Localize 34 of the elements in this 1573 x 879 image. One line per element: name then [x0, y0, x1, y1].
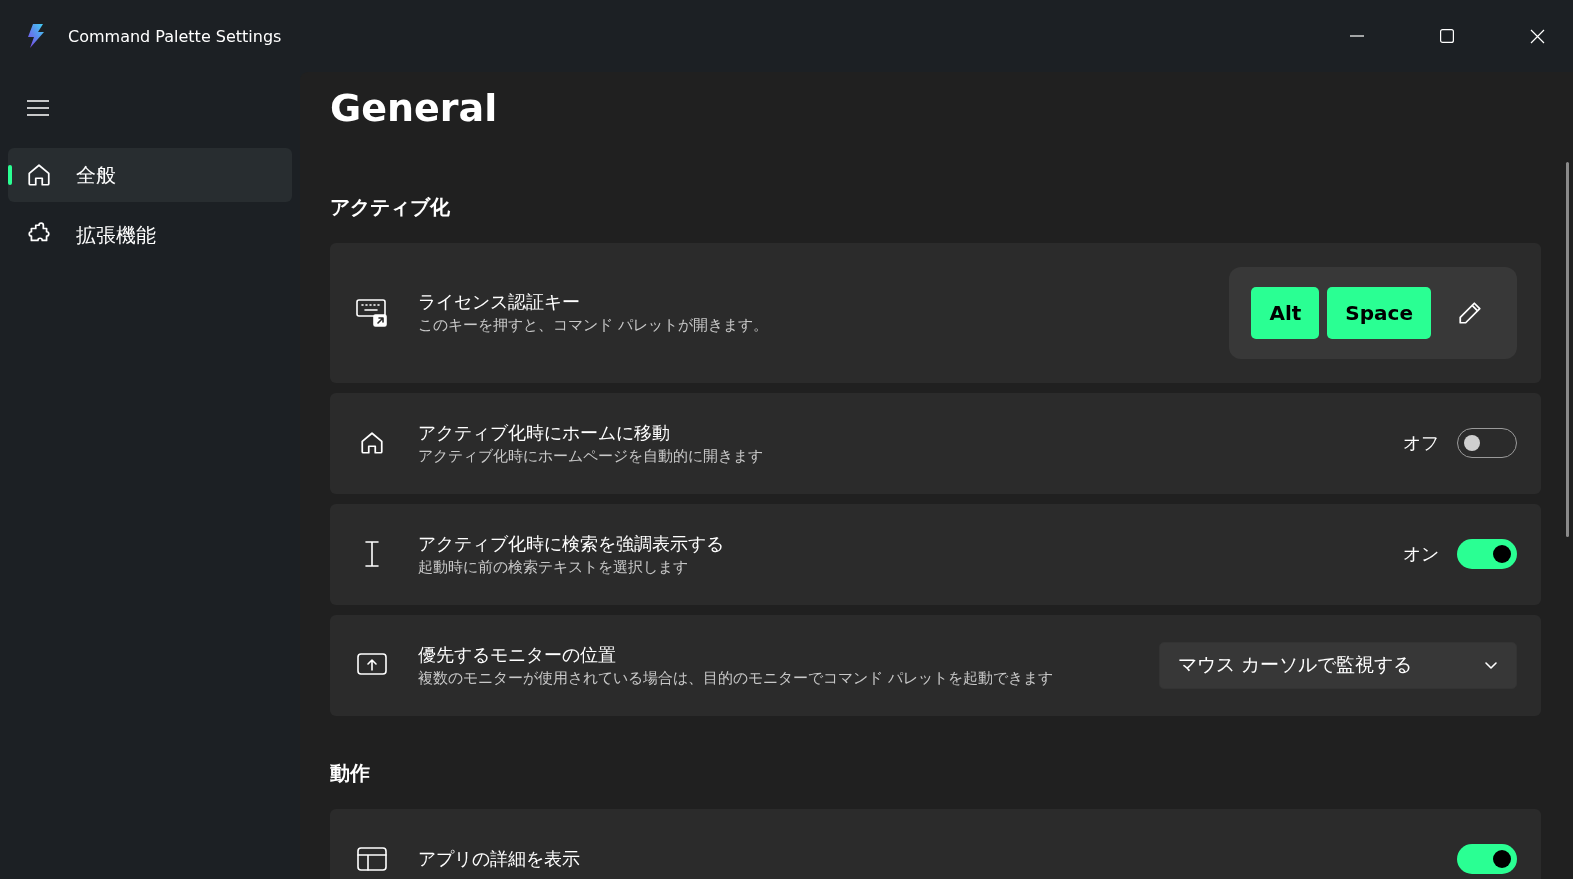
setting-description: アクティブ化時にホームページを自動的に開きます — [418, 446, 764, 466]
minimize-icon — [1350, 35, 1364, 37]
scrollbar-thumb[interactable] — [1566, 162, 1569, 537]
toggle-state-label: オフ — [1403, 431, 1439, 456]
setting-title: アクティブ化時に検索を強調表示する — [418, 531, 725, 556]
pencil-icon — [1457, 299, 1483, 326]
dropdown[interactable]: マウス カーソルで監視する — [1159, 641, 1517, 689]
home-icon — [359, 430, 385, 457]
page-title: General — [330, 86, 499, 132]
sidebar-item[interactable]: 全般 — [8, 148, 292, 202]
app-window-icon — [356, 845, 388, 874]
setting-title: アプリの詳細を表示 — [418, 847, 581, 872]
window-title: Command Palette Settings — [68, 26, 283, 46]
menu-icon — [27, 100, 49, 116]
setting-title: 優先するモニターの位置 — [418, 642, 617, 667]
toggle-state-label: オン — [1403, 542, 1439, 567]
section-heading: アクティブ化 — [330, 193, 451, 221]
close-icon — [1529, 28, 1545, 44]
setting-description: 起動時に前の検索テキストを選択します — [418, 557, 689, 577]
keyboard-icon — [356, 297, 388, 328]
home-icon — [26, 162, 52, 188]
key-badge: Space — [1327, 286, 1431, 339]
toggle-switch[interactable] — [1457, 539, 1517, 570]
setting-title: アクティブ化時にホームに移動 — [418, 420, 671, 445]
setting-description: このキーを押すと、コマンド パレットが開きます。 — [418, 316, 769, 336]
setting-description: 複数のモニターが使用されている場合は、目的のモニターでコマンド パレットを起動できます — [418, 668, 1054, 688]
sidebar-item[interactable]: 拡張機能 — [8, 208, 292, 262]
setting-title: ライセンス認証キー — [418, 290, 581, 315]
key-badge: Alt — [1251, 286, 1320, 339]
selection-indicator — [8, 165, 12, 185]
text-cursor-icon — [362, 539, 382, 570]
maximize-icon — [1440, 29, 1454, 43]
toggle-switch[interactable] — [1457, 844, 1517, 875]
section-heading: 動作 — [330, 759, 371, 787]
